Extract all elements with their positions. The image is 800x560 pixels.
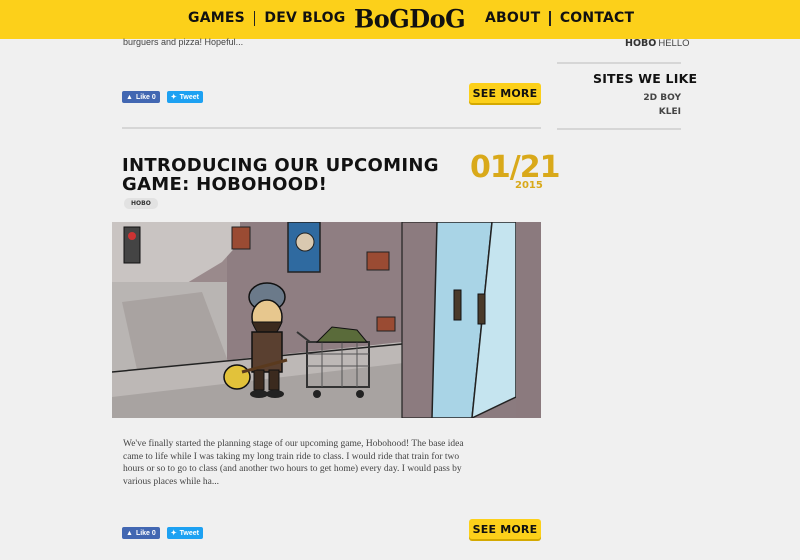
previous-post-see-more-button[interactable]: SEE MORE — [469, 83, 541, 103]
post-tag-hobo[interactable]: HOBO — [124, 198, 158, 209]
post-excerpt: We've finally started the planning stage… — [123, 439, 464, 487]
facebook-like-label: Like 0 — [135, 93, 156, 101]
thumbs-up-icon: ▲ — [126, 529, 133, 537]
nav-games-link[interactable]: GAMES — [188, 10, 245, 26]
thumbs-up-icon: ▲ — [126, 93, 133, 101]
sites-we-like-heading: SITES WE LIKE — [593, 71, 698, 86]
post-see-more-button[interactable]: SEE MORE — [469, 519, 541, 539]
facebook-like-button[interactable]: ▲ Like 0 — [122, 527, 160, 539]
facebook-like-button[interactable]: ▲ Like 0 — [122, 91, 160, 103]
sidebar-tag-hello[interactable]: HELLO — [658, 38, 689, 49]
nav-about-link[interactable]: ABOUT — [485, 10, 540, 26]
tweet-button[interactable]: ✦ Tweet — [166, 91, 203, 103]
nav-dev-blog-link[interactable]: DEV BLOG — [264, 10, 345, 26]
site-link-2d-boy[interactable]: 2D BOY — [643, 93, 681, 103]
sidebar-divider — [557, 62, 681, 64]
tweet-label: Tweet — [179, 529, 199, 537]
previous-post-excerpt: burguers and pizza! Hopeful... — [123, 37, 244, 47]
sidebar-tag-hobo[interactable]: HOBO — [625, 38, 656, 49]
nav-left: GAMES DEV BLOG — [188, 10, 345, 26]
post-divider — [122, 127, 541, 129]
post-social-buttons: ▲ Like 0 ✦ Tweet — [122, 527, 203, 539]
facebook-like-label: Like 0 — [135, 529, 156, 537]
tweet-button[interactable]: ✦ Tweet — [166, 527, 203, 539]
hobohood-illustration — [112, 222, 541, 418]
post-title[interactable]: INTRODUCING OUR UPCOMING GAME: HOBOHOOD! — [122, 156, 462, 194]
nav-separator — [253, 10, 256, 26]
twitter-bird-icon: ✦ — [170, 94, 177, 101]
previous-post-social-buttons: ▲ Like 0 ✦ Tweet — [122, 91, 203, 103]
sidebar-divider — [557, 128, 681, 130]
site-logo[interactable]: BoGDoG — [354, 3, 466, 33]
post-hero-image[interactable] — [112, 222, 541, 418]
site-link-klei[interactable]: KLEI — [659, 107, 681, 117]
sidebar-tag-list: HOBO HELLO — [625, 38, 690, 49]
nav-right: ABOUT CONTACT — [485, 10, 634, 26]
site-header: GAMES DEV BLOG BoGDoG ABOUT CONTACT — [0, 0, 800, 39]
nav-separator — [549, 10, 551, 26]
post-year: 2015 — [515, 180, 543, 191]
twitter-bird-icon: ✦ — [170, 530, 177, 537]
tweet-label: Tweet — [179, 93, 199, 101]
nav-contact-link[interactable]: CONTACT — [560, 10, 634, 26]
